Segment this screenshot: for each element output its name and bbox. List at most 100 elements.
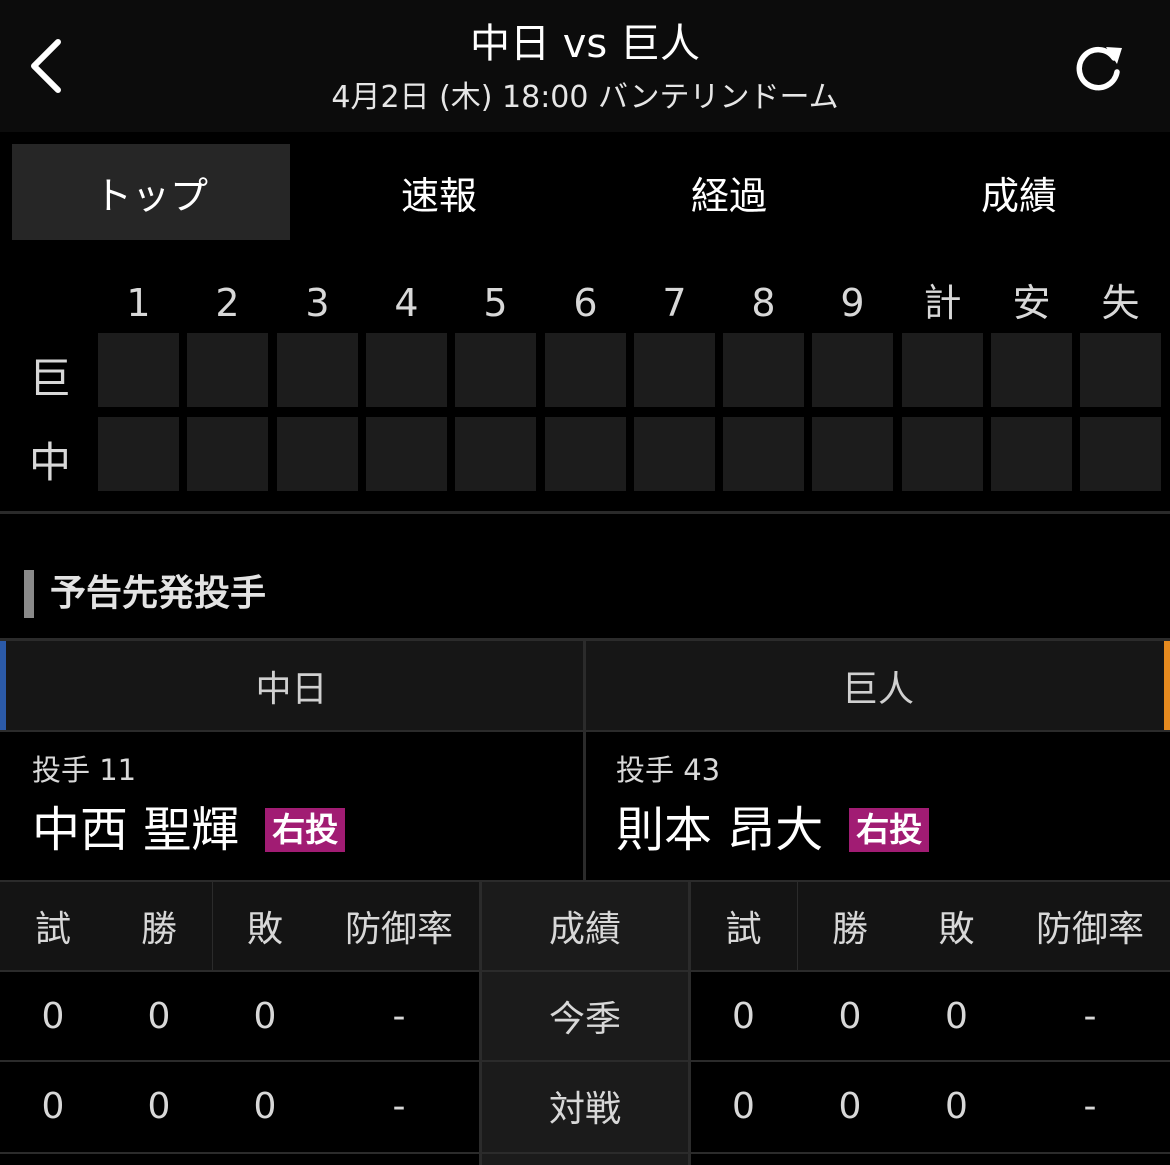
divider [0,880,1170,882]
tab-live[interactable]: 速報 [300,144,578,240]
away-header-losses: 敗 [938,908,975,950]
inning-header: 9 [840,281,865,325]
score-cell [723,417,804,491]
score-cell [98,333,179,407]
divider [797,880,798,970]
score-cell [991,333,1072,407]
away-stat-wins: 0 [838,995,862,1037]
score-cell [902,333,983,407]
divider [0,1060,1170,1062]
home-stat-era: - [392,1085,406,1127]
away-stat-losses: 0 [945,995,968,1037]
home-stat-losses: 0 [253,995,277,1037]
home-stat-wins: 0 [147,995,171,1037]
inning-header: 6 [573,281,598,325]
score-cell [277,417,358,491]
section-title: 予告先発投手 [50,573,267,614]
home-header-games: 試 [34,908,71,950]
stats-row-label: 今季 [548,999,621,1040]
score-cell [277,333,358,407]
score-cell [455,417,536,491]
section-marker [24,570,34,618]
score-cell [545,333,626,407]
score-cell [98,417,179,491]
score-cell [366,333,447,407]
hits-header: 安 [1012,281,1051,325]
inning-header: 5 [483,281,508,325]
away-stat-era: - [1083,1085,1097,1127]
home-stat-era: - [392,995,406,1037]
away-team-accent [1164,641,1170,731]
inning-header: 4 [394,281,419,325]
home-header-era: 防御率 [344,908,453,950]
stats-middle-header: 成績 [548,908,621,950]
refresh-button[interactable] [1068,38,1128,98]
score-cell [366,417,447,491]
away-header-era: 防御率 [1035,908,1144,950]
score-cell [723,333,804,407]
home-team-accent [0,641,6,731]
home-pitcher-name: 中西 聖輝 [32,802,240,858]
tab-bar: トップ 速報 経過 成績 [0,132,1170,252]
away-pitcher-name: 則本 昂大 [616,802,824,858]
score-cell [1080,417,1161,491]
divider [0,730,1170,732]
tab-top[interactable]: トップ [12,144,290,240]
score-cell [1080,333,1161,407]
away-stat-games: 0 [732,995,755,1037]
score-cell [545,417,626,491]
away-stat-losses: 0 [945,1085,968,1127]
away-header-wins: 勝 [831,908,868,950]
away-header-games: 試 [725,908,762,950]
divider [0,511,1170,514]
errors-header: 失 [1101,281,1140,325]
throwing-hand-badge: 右投 [849,808,930,852]
stats-row-label: 対戦 [548,1089,621,1130]
throwing-hand-badge: 右投 [265,808,346,852]
score-cell [902,417,983,491]
tab-stats[interactable]: 成績 [880,144,1158,240]
home-team-header: 中日 [0,641,583,731]
divider [212,880,213,970]
inning-header: 8 [751,281,776,325]
home-stat-games: 0 [41,1085,65,1127]
away-stat-wins: 0 [838,1085,862,1127]
home-stat-games: 0 [41,995,65,1037]
score-cell [991,417,1072,491]
away-stat-games: 0 [732,1085,755,1127]
score-cell [812,333,893,407]
inning-header: 3 [305,281,330,325]
home-team-label: 中 [28,438,71,487]
total-header: 計 [923,281,962,325]
divider [0,1152,1170,1154]
divider [688,880,691,1165]
game-subtitle: 4月2日 (木) 18:00 バンテリンドーム [331,80,839,115]
score-cell [455,333,536,407]
divider [0,970,1170,972]
home-header-wins: 勝 [140,908,177,950]
home-header-losses: 敗 [246,908,283,950]
game-title: 中日 vs 巨人 [470,21,700,67]
away-stat-era: - [1083,995,1097,1037]
away-pitcher-number: 投手 43 [616,753,721,787]
divider [479,880,482,1165]
home-pitcher[interactable]: 中西 聖輝 右投 [32,800,346,860]
inning-header: 7 [662,281,687,325]
away-team-header: 巨人 [586,641,1170,731]
game-header: 中日 vs 巨人 4月2日 (木) 18:00 バンテリンドーム [0,0,1170,132]
score-cell [812,417,893,491]
away-pitcher[interactable]: 則本 昂大 右投 [616,800,930,860]
tab-progress[interactable]: 経過 [590,144,868,240]
home-stat-losses: 0 [253,1085,277,1127]
home-stat-wins: 0 [147,1085,171,1127]
inning-header: 2 [215,281,240,325]
score-cell [634,333,715,407]
score-cell [187,333,268,407]
home-pitcher-number: 投手 11 [32,753,137,787]
stats-table: 試 試 勝 勝 敗 敗 防御率 防御率 成績 0 0 0 0 0 0 - - 今季 0 0 0 0 0 0 - - 対戦 [0,880,1170,1165]
refresh-icon [1076,46,1122,91]
score-cell [634,417,715,491]
away-team-label: 巨 [28,354,71,403]
score-cell [187,417,268,491]
inning-header: 1 [126,281,151,325]
